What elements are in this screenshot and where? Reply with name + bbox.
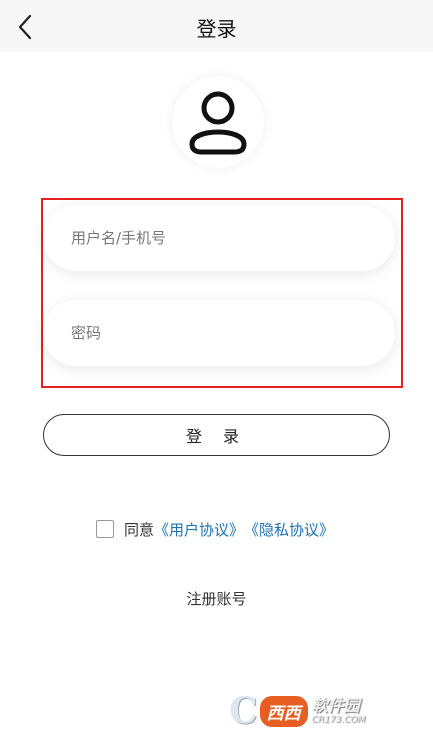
user-icon xyxy=(189,91,247,155)
watermark-url: CR173.COM xyxy=(311,714,366,725)
user-agreement-link[interactable]: 《用户协议》 xyxy=(154,519,244,540)
register-link[interactable]: 注册账号 xyxy=(0,588,433,609)
watermark-name: 软件园 xyxy=(311,695,360,715)
password-field[interactable] xyxy=(43,300,395,366)
password-input[interactable] xyxy=(69,323,395,343)
watermark-letter: C xyxy=(229,690,258,732)
agreement-prefix: 同意 xyxy=(124,520,155,539)
page-title: 登录 xyxy=(196,17,237,41)
login-button[interactable]: 登 录 xyxy=(43,414,390,456)
username-input[interactable] xyxy=(69,228,395,248)
avatar xyxy=(172,76,264,168)
agreement-checkbox[interactable] xyxy=(96,520,114,538)
watermark-badge: 西西 xyxy=(259,695,308,727)
top-bar: 登录 xyxy=(0,0,433,52)
username-field[interactable] xyxy=(43,205,395,271)
watermark-logo: C 西西 软件园 CR173.COM xyxy=(229,689,411,733)
privacy-policy-link[interactable]: 《隐私协议》 xyxy=(244,519,334,540)
agreement-row: 同意 《用户协议》 《隐私协议》 xyxy=(96,518,334,540)
